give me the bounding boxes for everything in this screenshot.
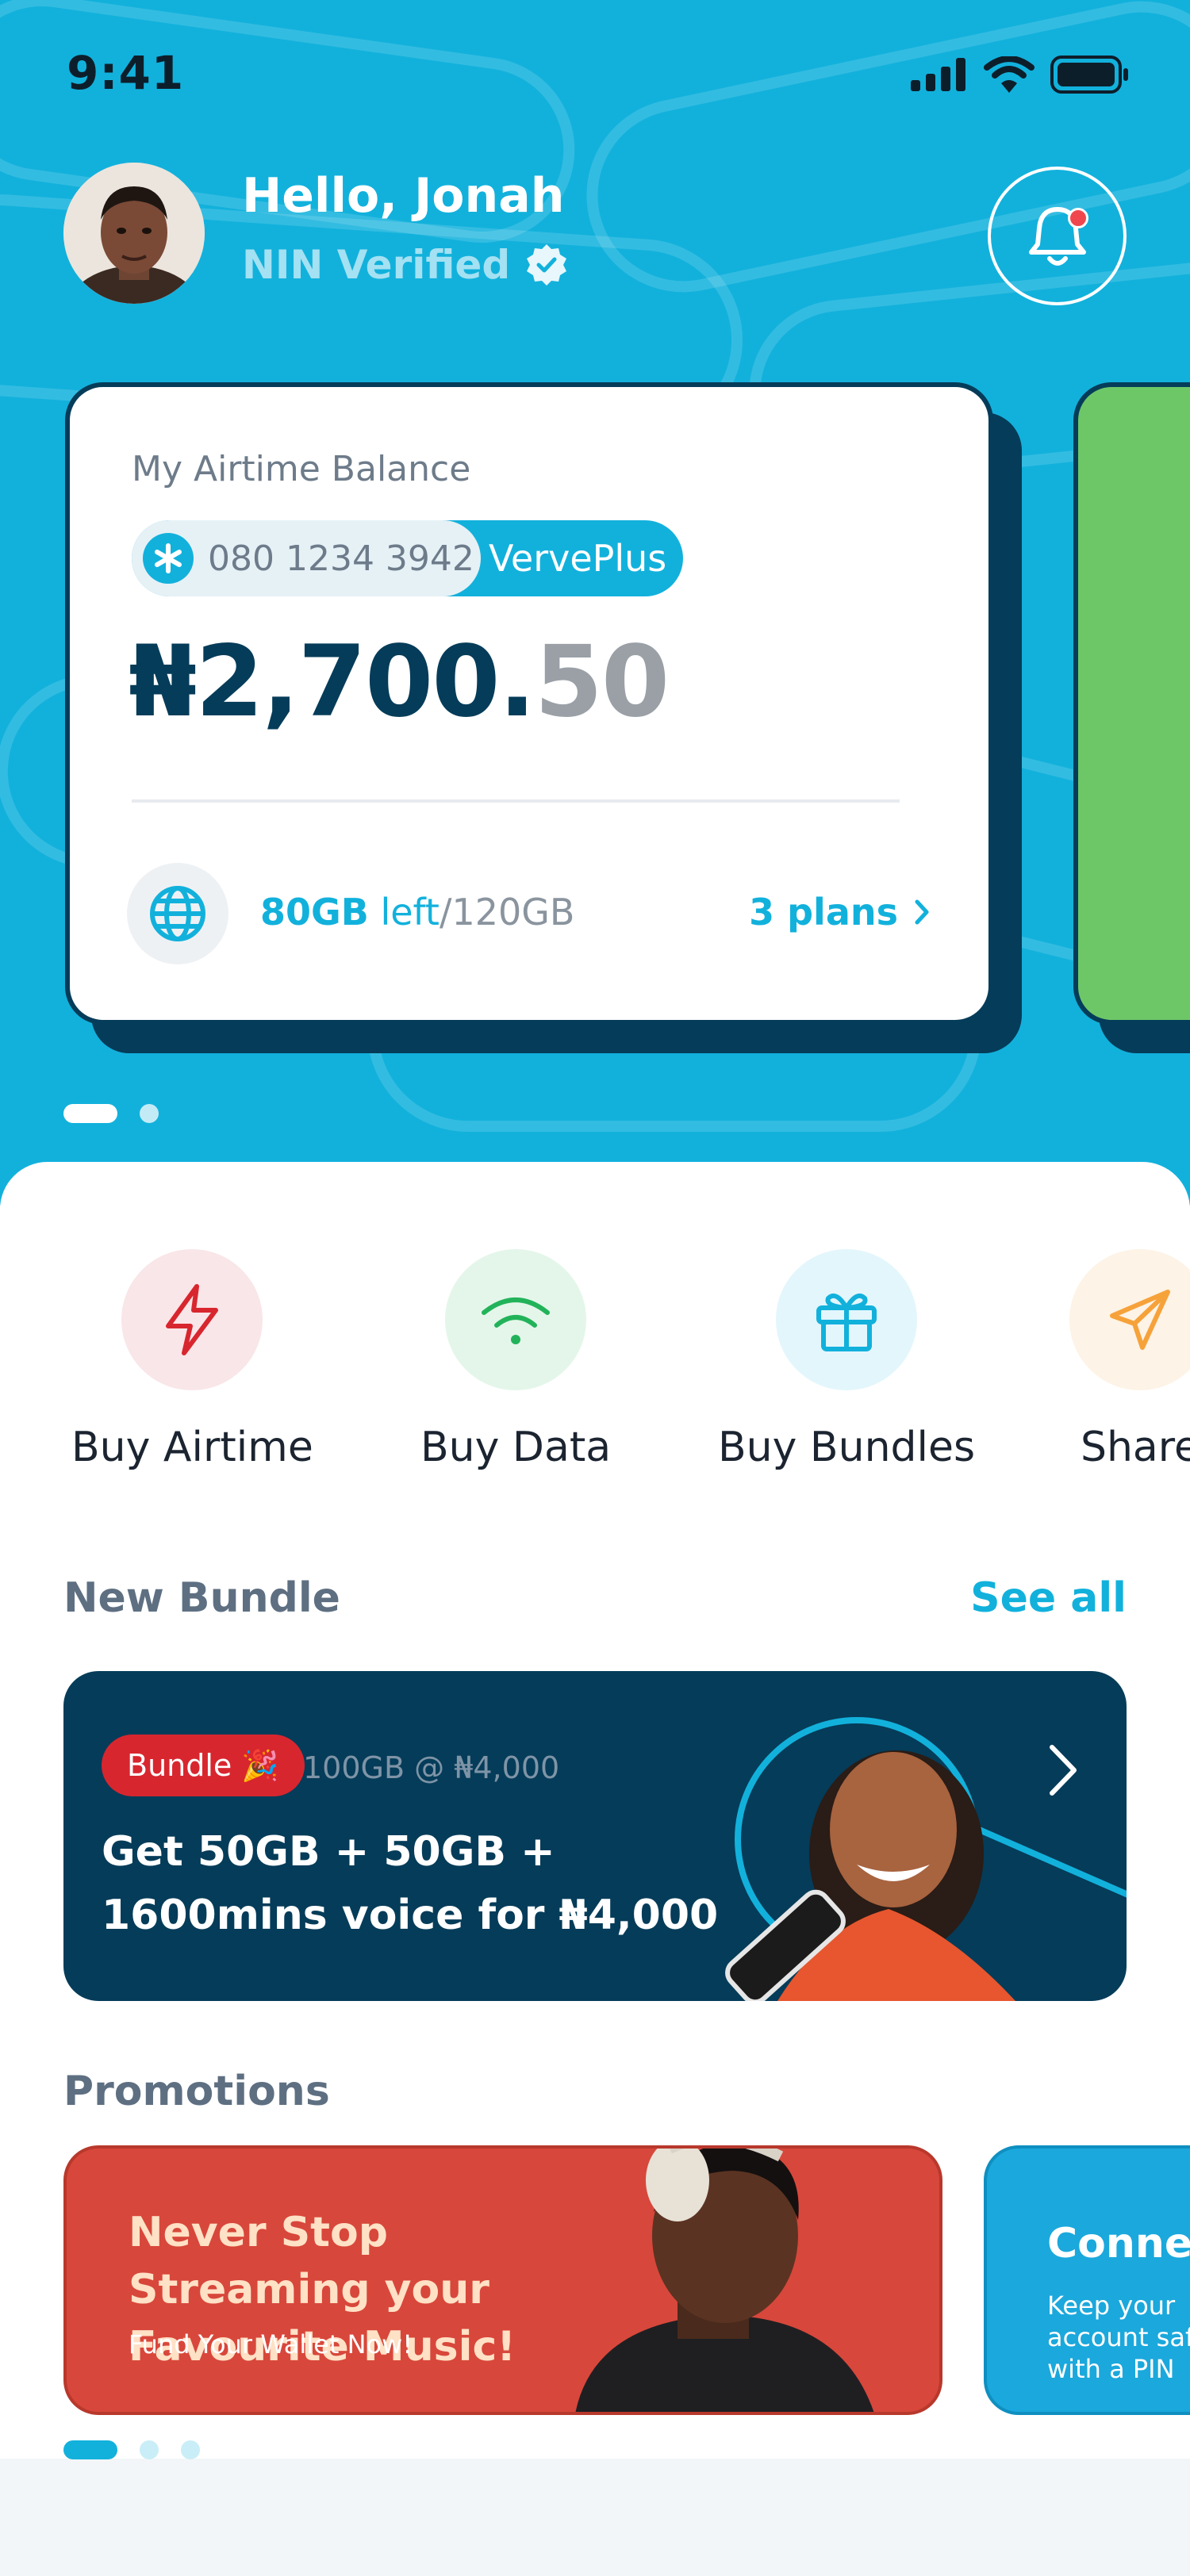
- hero-header: 9:41 Hello, Jonah NIN Verified My Airtim…: [0, 0, 1190, 1206]
- verification-status: NIN Verified: [242, 242, 569, 288]
- notifications-button[interactable]: [988, 167, 1127, 305]
- carousel-dot[interactable]: [140, 1104, 159, 1123]
- greeting: Hello, Jonah: [242, 168, 565, 224]
- avatar[interactable]: [63, 163, 205, 304]
- see-all-link[interactable]: See all: [970, 1574, 1127, 1622]
- home-screen: 9:41 Hello, Jonah NIN Verified My Airtim…: [0, 0, 1190, 2576]
- carousel-dot-active[interactable]: [63, 1104, 117, 1123]
- cellular-signal-icon: [911, 58, 965, 91]
- promo-card-music[interactable]: Never Stop Streaming your Favourite Musi…: [63, 2145, 942, 2415]
- buy-data-label: Buy Data: [420, 1424, 612, 1471]
- phone-number-chip: 080 1234 3942: [132, 520, 481, 596]
- card-carousel-indicator: [63, 1104, 159, 1123]
- bundle-tag: Bundle 🎉: [102, 1735, 305, 1796]
- notification-dot: [1068, 208, 1088, 228]
- lightning-icon: [121, 1249, 263, 1390]
- phone-number: 080 1234 3942: [208, 538, 474, 579]
- send-icon: [1069, 1249, 1190, 1390]
- asterisk-icon: [143, 533, 194, 584]
- promo-dot[interactable]: [140, 2440, 159, 2459]
- new-bundle-title: New Bundle: [63, 1574, 340, 1622]
- plans-link-label: 3 plans: [749, 891, 898, 933]
- balance-amount-main: ₦2,700.: [129, 625, 536, 739]
- promo-card-security[interactable]: Connect Keep your account safe with a PI…: [984, 2145, 1190, 2415]
- bundle-description: Get 50GB + 50GB + 1600mins voice for ₦4,…: [102, 1828, 719, 1939]
- promo-carousel-indicator: [63, 2440, 200, 2459]
- share-action[interactable]: Share: [1069, 1249, 1190, 1471]
- buy-data-action[interactable]: Buy Data: [420, 1249, 611, 1471]
- chevron-right-icon: [915, 899, 929, 925]
- buy-bundles-label: Buy Bundles: [718, 1424, 976, 1471]
- data-total: /120GB: [439, 891, 575, 933]
- plans-link[interactable]: 3 plans: [749, 891, 930, 933]
- data-left-word: left: [368, 891, 440, 933]
- verified-badge-icon: [527, 244, 567, 286]
- balance-amount: ₦2,700.50: [129, 625, 670, 739]
- globe-icon: [127, 863, 228, 964]
- buy-bundles-action[interactable]: Buy Bundles: [718, 1249, 975, 1471]
- status-time: 9:41: [67, 46, 185, 100]
- promo2-headline: Connect: [1047, 2220, 1190, 2267]
- balance-amount-decimal: 50: [534, 625, 670, 739]
- wifi-icon: [445, 1249, 587, 1390]
- promo-dot[interactable]: [181, 2440, 200, 2459]
- promotions-title: Promotions: [63, 2068, 330, 2115]
- airtime-balance-card[interactable]: My Airtime Balance 080 1234 3942 VervePl…: [65, 382, 993, 1025]
- buy-airtime-action[interactable]: Buy Airtime: [71, 1249, 313, 1471]
- next-balance-card[interactable]: [1073, 382, 1190, 1025]
- avatar-portrait: [63, 163, 205, 304]
- bundle-price: 100GB @ ₦4,000: [303, 1750, 560, 1785]
- chevron-right-icon[interactable]: [1047, 1742, 1079, 1798]
- promo2-subtext: Keep your account safe with a PIN: [1047, 2290, 1190, 2385]
- card-divider: [132, 799, 900, 803]
- promo-subtext: Fund Your Wallet Now!: [129, 2329, 413, 2359]
- verification-label: NIN Verified: [242, 242, 511, 288]
- gift-icon: [776, 1249, 918, 1390]
- promo2-subtext-text: Keep your account safe with a PIN: [1047, 2290, 1190, 2384]
- promo-dot-active[interactable]: [63, 2440, 117, 2459]
- status-icons: [911, 56, 1130, 94]
- share-label: Share: [1080, 1424, 1190, 1471]
- buy-airtime-label: Buy Airtime: [71, 1424, 313, 1471]
- plan-name: VervePlus: [489, 537, 667, 580]
- status-bar: 9:41: [0, 0, 1190, 143]
- balance-label: My Airtime Balance: [132, 449, 471, 489]
- data-left-amount: 80GB: [260, 891, 369, 933]
- data-balance: 80GB left/120GB: [260, 891, 574, 933]
- wifi-status-icon: [984, 56, 1035, 93]
- phone-plan-pill[interactable]: 080 1234 3942 VervePlus: [132, 520, 683, 596]
- battery-icon: [1050, 56, 1128, 94]
- home-content-sheet: Buy Airtime Buy Data Buy Bundles Share N…: [0, 1162, 1190, 2459]
- new-bundle-banner[interactable]: Bundle 🎉 100GB @ ₦4,000 Get 50GB + 50GB …: [63, 1671, 1127, 2001]
